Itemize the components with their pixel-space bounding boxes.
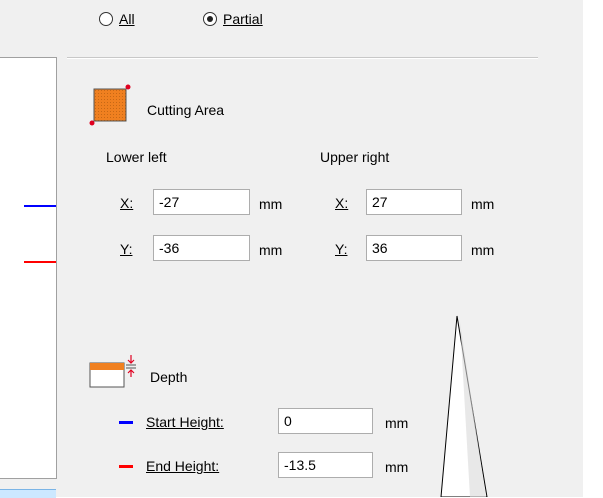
radio-selected-dot bbox=[207, 16, 213, 22]
mouse-pointer-icon bbox=[440, 315, 488, 497]
upper-right-label: Upper right bbox=[320, 149, 390, 165]
lower-left-y-unit: mm bbox=[259, 242, 283, 258]
lower-left-x-unit: mm bbox=[259, 196, 283, 212]
upper-right-x-label: X: bbox=[335, 195, 349, 211]
lower-left-x-field[interactable] bbox=[153, 189, 250, 215]
end-height-color-marker bbox=[119, 465, 133, 468]
start-height-color-marker bbox=[119, 421, 133, 424]
upper-right-y-unit: mm bbox=[471, 242, 495, 258]
radio-partial-label: Partial bbox=[223, 11, 263, 27]
radio-all-label: All bbox=[119, 11, 135, 27]
lower-left-label: Lower left bbox=[106, 149, 167, 165]
start-height-unit: mm bbox=[385, 415, 409, 431]
depth-title: Depth bbox=[150, 369, 188, 385]
radio-partial-circle[interactable] bbox=[203, 12, 217, 26]
upper-right-y-field[interactable] bbox=[366, 235, 462, 261]
depth-icon bbox=[89, 355, 136, 388]
upper-right-x-field[interactable] bbox=[366, 189, 462, 215]
end-height-label: End Height: bbox=[146, 458, 220, 474]
end-height-field[interactable] bbox=[278, 452, 373, 478]
end-height-unit: mm bbox=[385, 459, 409, 475]
radio-all-circle[interactable] bbox=[99, 12, 113, 26]
start-height-field[interactable] bbox=[278, 408, 373, 434]
window-edge bbox=[583, 0, 603, 497]
upper-right-x-unit: mm bbox=[471, 196, 495, 212]
start-height-label: Start Height: bbox=[146, 414, 224, 430]
lower-left-x-label: X: bbox=[120, 195, 134, 211]
radio-partial[interactable]: Partial bbox=[203, 11, 263, 27]
cutting-area-icon bbox=[89, 84, 131, 126]
lower-left-y-field[interactable] bbox=[153, 235, 250, 261]
upper-right-y-label: Y: bbox=[335, 241, 348, 257]
start-height-preview-line bbox=[24, 205, 56, 207]
cutting-area-title: Cutting Area bbox=[147, 102, 225, 118]
preview-pane bbox=[0, 57, 57, 479]
lower-left-y-label: Y: bbox=[120, 241, 133, 257]
radio-all[interactable]: All bbox=[99, 11, 135, 27]
section-divider-highlight bbox=[67, 58, 538, 59]
end-height-preview-line bbox=[24, 261, 56, 263]
